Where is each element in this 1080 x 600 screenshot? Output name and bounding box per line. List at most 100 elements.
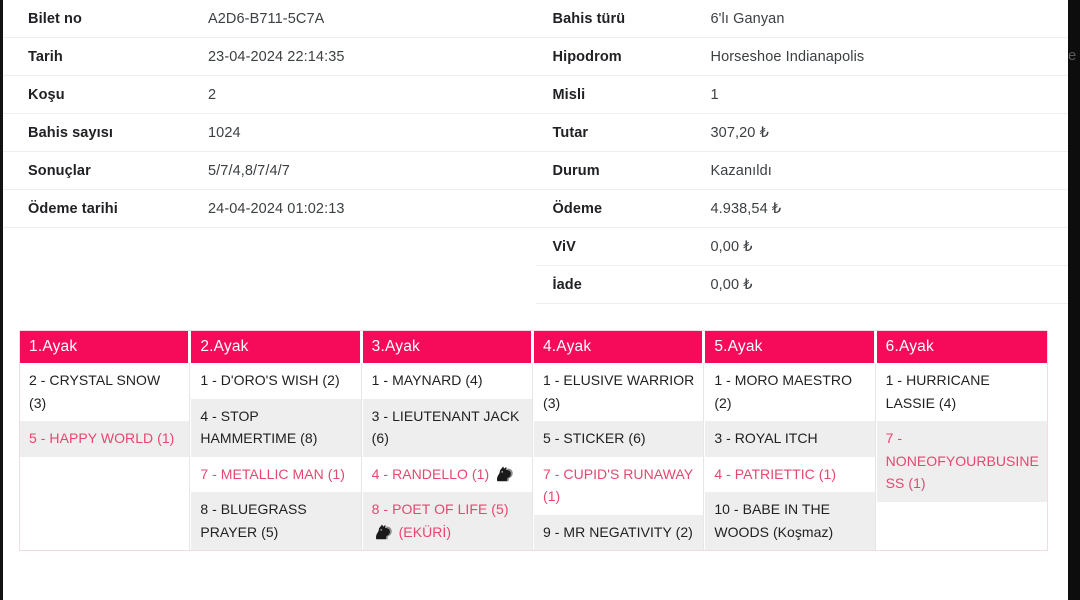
leg-column-filler: [20, 457, 189, 551]
horse-entry[interactable]: 4 - STOP HAMMERTIME (8): [191, 398, 361, 457]
horse-name: 9 - MR NEGATIVITY (2): [542, 523, 693, 540]
horse-entry[interactable]: 4 - RANDELLO (1): [363, 457, 532, 493]
info-label: ViV: [552, 238, 576, 255]
info-label: İade: [552, 276, 582, 293]
horse-entry[interactable]: 1 - MORO MAESTRO (2): [705, 363, 874, 421]
info-label: Tutar: [552, 124, 589, 141]
info-row: Bahis türü 6'lı Ganyan: [535, 0, 1068, 38]
horse-name: 1 - HURRICANE LASSIE (4): [885, 372, 990, 411]
horse-entry[interactable]: 1 - MAYNARD (4): [363, 363, 532, 399]
info-value: 0,00 ₺: [710, 238, 753, 255]
info-label: Tarih: [28, 48, 63, 65]
horse-entry[interactable]: 7 - CUPID'S RUNAWAY (1): [534, 457, 703, 515]
ticket-detail-screen: Bilet no A2D6-B711-5C7A Tarih 23-04-2024 22…: [0, 0, 1080, 600]
horse-name: 5 - HAPPY WORLD (1): [29, 430, 175, 446]
info-value: Horseshoe Indianapolis: [710, 48, 865, 65]
info-label: Hipodrom: [552, 48, 622, 65]
horse-entry[interactable]: 1 - ELUSIVE WARRIOR (3): [534, 363, 703, 421]
horse-entry[interactable]: 10 - BABE IN THE WOODS (Koşmaz): [705, 492, 875, 550]
horse-name: 7 - NONEOFYOURBUSINESS (1): [885, 430, 1039, 491]
horse-name: 1 - MORO MAESTRO (2): [714, 372, 853, 411]
horse-entry[interactable]: 4 - PATRIETTIC (1): [705, 457, 874, 493]
horse-name: 1 - D'ORO'S WISH (2): [200, 372, 340, 388]
leg-horse-list: 1 - D'ORO'S WISH (2) 4 - STOP HAMMERTIME …: [191, 363, 362, 550]
ticket-info-left-column: Bilet no A2D6-B711-5C7A Tarih 23-04-2024 22…: [3, 0, 536, 304]
info-value: Kazanıldı: [710, 162, 772, 179]
horse-name: 4 - RANDELLO (1): [371, 465, 490, 482]
leg-column: 4.Ayak 1 - ELUSIVE WARRIOR (3) 5 - STICKER…: [533, 331, 706, 550]
horse-entry[interactable]: 9 - MR NEGATIVITY (2): [533, 514, 704, 550]
leg-header: 1.Ayak: [20, 331, 191, 363]
horse-head-icon: [374, 524, 393, 540]
horse-entry[interactable]: 2 - CRYSTAL SNOW (3): [20, 363, 189, 421]
horse-head-icon: [495, 466, 514, 482]
leg-column: 3.Ayak 1 - MAYNARD (4) 3 - LIEUTENANT JACK…: [362, 331, 534, 550]
horse-name: 8 - POET OF LIFE (5): [371, 501, 509, 517]
info-label: Sonuçlar: [28, 162, 91, 179]
horse-name: 2 - CRYSTAL SNOW (3): [29, 372, 161, 411]
info-label: Bilet no: [28, 10, 82, 27]
leg-horse-list: 2 - CRYSTAL SNOW (3) 5 - HAPPY WORLD (1): [20, 363, 191, 551]
horse-entry[interactable]: 1 - D'ORO'S WISH (2): [191, 363, 360, 399]
info-value: 2: [208, 86, 217, 103]
right-edge-chrome: e: [1068, 0, 1080, 600]
info-label: Koşu: [28, 86, 65, 103]
leg-header: 2.Ayak: [191, 331, 362, 363]
horse-entry[interactable]: 8 - BLUEGRASS PRAYER (5): [191, 492, 361, 550]
horse-entry[interactable]: 3 - LIEUTENANT JACK (6): [362, 398, 532, 457]
horse-name: 1 - MAYNARD (4): [371, 372, 483, 388]
horse-entry[interactable]: 5 - STICKER (6): [533, 421, 704, 457]
horse-entry[interactable]: 1 - HURRICANE LASSIE (4): [877, 363, 1047, 421]
horse-name: 4 - PATRIETTIC (1): [714, 465, 837, 482]
leg-column: 6.Ayak 1 - HURRICANE LASSIE (4) 7 - NONEOF…: [876, 331, 1047, 551]
info-label: Durum: [552, 162, 600, 179]
leg-column-filler: [877, 502, 1047, 551]
horse-entry[interactable]: 7 - METALLIC MAN (1): [191, 457, 360, 493]
horse-entry[interactable]: 7 - NONEOFYOURBUSINESS (1): [876, 421, 1047, 502]
info-row: Sonuçlar 5/7/4,8/7/4/7: [3, 152, 536, 190]
horse-name: 3 - LIEUTENANT JACK (6): [371, 407, 520, 447]
info-label: Bahis sayısı: [28, 124, 114, 141]
horse-entry[interactable]: 8 - POET OF LIFE (5) (EKÜRİ): [362, 492, 532, 550]
info-value: 1024: [208, 124, 241, 141]
info-row: ViV 0,00 ₺: [535, 228, 1068, 266]
info-row: Ödeme 4.938,54 ₺: [535, 190, 1068, 228]
leg-header: 4.Ayak: [533, 331, 705, 363]
leg-header: 3.Ayak: [362, 331, 533, 363]
horse-name: 10 - BABE IN THE WOODS (Koşmaz): [714, 501, 834, 540]
legs-table: 1.Ayak 2 - CRYSTAL SNOW (3) 5 - HAPPY WORL…: [19, 330, 1048, 551]
info-row-spacer: [3, 228, 536, 266]
info-label: Ödeme tarihi: [28, 200, 118, 217]
leg-horse-list: 1 - MAYNARD (4) 3 - LIEUTENANT JACK (6) 4 …: [362, 363, 533, 550]
leg-column: 5.Ayak 1 - MORO MAESTRO (2) 3 - ROYAL ITCH…: [705, 331, 877, 550]
info-value: A2D6-B711-5C7A: [208, 10, 325, 27]
horse-suffix: (EKÜRİ): [394, 523, 452, 540]
info-row: Tarih 23-04-2024 22:14:35: [3, 38, 536, 76]
info-value: 23-04-2024 22:14:35: [208, 48, 345, 65]
info-row: Ödeme tarihi 24-04-2024 01:02:13: [3, 190, 536, 228]
horse-name: 7 - CUPID'S RUNAWAY (1): [542, 465, 693, 505]
info-row: Hipodrom Horseshoe Indianapolis: [535, 38, 1068, 76]
leg-horse-list: 1 - ELUSIVE WARRIOR (3) 5 - STICKER (6) 7 …: [533, 363, 705, 550]
info-value: 0,00 ₺: [710, 276, 753, 293]
leg-column: 2.Ayak 1 - D'ORO'S WISH (2) 4 - STOP HAMME…: [191, 331, 363, 550]
leg-header: 5.Ayak: [705, 331, 876, 363]
info-label: Bahis türü: [552, 10, 626, 27]
info-label: Ödeme: [552, 200, 603, 217]
horse-entry[interactable]: 3 - ROYAL ITCH: [705, 421, 875, 457]
leg-horse-list: 1 - HURRICANE LASSIE (4) 7 - NONEOFYOURBU…: [876, 363, 1047, 551]
info-value: 307,20 ₺: [710, 124, 769, 141]
info-value: 1: [710, 86, 719, 103]
info-value: 5/7/4,8/7/4/7: [208, 162, 290, 179]
info-row: Durum Kazanıldı: [535, 152, 1068, 190]
horse-name: 8 - BLUEGRASS PRAYER (5): [200, 501, 307, 540]
leg-header: 6.Ayak: [876, 331, 1047, 363]
horse-name: 7 - METALLIC MAN (1): [200, 465, 345, 482]
horse-name: 3 - ROYAL ITCH: [714, 430, 818, 446]
info-row: Koşu 2: [3, 76, 536, 114]
horse-entry[interactable]: 5 - HAPPY WORLD (1): [20, 421, 190, 457]
edge-ghost-text: e: [1068, 47, 1077, 64]
horse-name: 4 - STOP HAMMERTIME (8): [200, 407, 318, 447]
info-row-spacer: [3, 266, 536, 304]
info-value: 24-04-2024 01:02:13: [208, 200, 345, 217]
